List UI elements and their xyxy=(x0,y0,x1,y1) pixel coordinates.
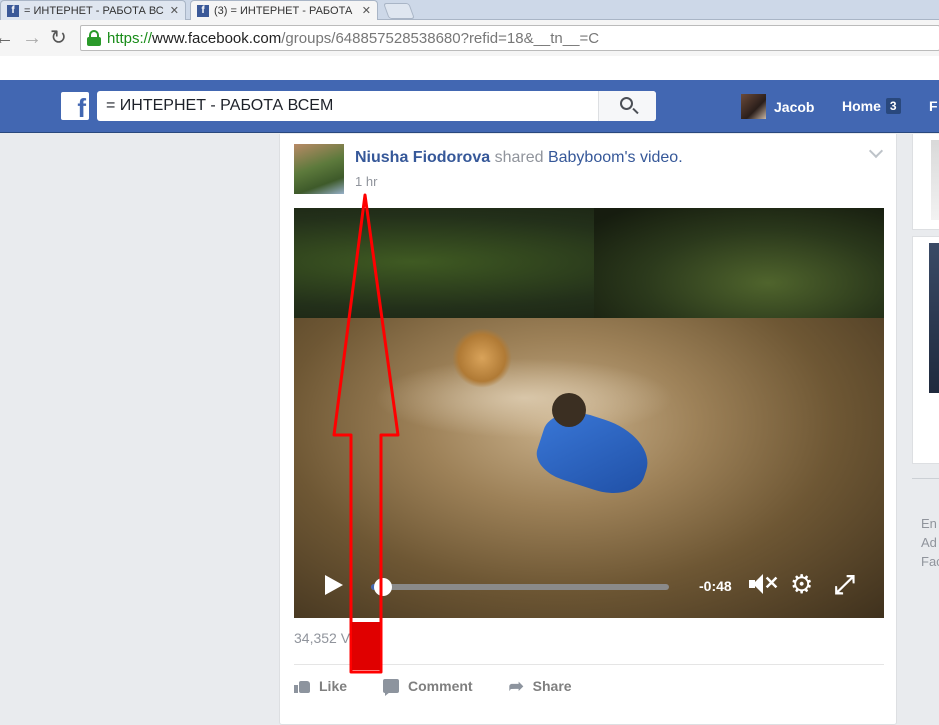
search-icon xyxy=(620,97,633,110)
share-icon: ➦ xyxy=(508,676,524,696)
view-count: 34,352 Vi xyxy=(294,630,353,646)
avatar xyxy=(741,94,766,119)
search-button[interactable] xyxy=(598,91,656,121)
home-label: Home xyxy=(842,98,881,114)
post-actions: Like Comment ➦ Share xyxy=(294,674,884,698)
video-player[interactable]: -0:48 ✕ ⚙ ⤢ xyxy=(294,208,884,618)
new-tab-button[interactable] xyxy=(383,3,415,19)
url-path: /groups/648857528538680?refid=18&__tn__=… xyxy=(281,29,600,47)
search-bar: = ИНТЕРНЕТ - РАБОТА ВСЕМ xyxy=(97,91,656,121)
source-suffix: 's video. xyxy=(624,149,683,166)
divider xyxy=(912,478,939,479)
sidebar-footer: En Ad Fac xyxy=(921,514,939,571)
lock-icon xyxy=(87,30,101,46)
video-frame-highlight xyxy=(374,358,674,438)
source-name: Babyboom xyxy=(547,149,625,166)
sidebar-card[interactable] xyxy=(912,236,939,464)
author-name[interactable]: Niusha Fiodorova xyxy=(355,149,490,166)
browser-toolbar: ← → ↻ https://www.facebook.com/groups/64… xyxy=(0,20,939,56)
close-icon[interactable]: ✕ xyxy=(170,4,179,17)
forward-icon[interactable]: → xyxy=(22,26,42,50)
post-card: Niusha Fiodorova shared Babyboom's video… xyxy=(279,134,897,725)
user-name: Jacob xyxy=(774,98,815,115)
close-icon[interactable]: ✕ xyxy=(362,4,371,17)
footer-link[interactable]: Ad xyxy=(921,533,939,552)
source-link[interactable]: Babyboom's video. xyxy=(548,149,683,166)
footer-link[interactable]: Fac xyxy=(921,552,939,571)
footer-link[interactable]: En xyxy=(921,514,939,533)
search-input[interactable]: = ИНТЕРНЕТ - РАБОТА ВСЕМ xyxy=(97,91,598,121)
post-timestamp[interactable]: 1 hr xyxy=(355,174,377,189)
facebook-header: f = ИНТЕРНЕТ - РАБОТА ВСЕМ Jacob Home 3 … xyxy=(0,80,939,133)
play-icon[interactable] xyxy=(325,575,343,595)
video-frame-child-1 xyxy=(452,328,512,388)
url-scheme: https:// xyxy=(107,29,153,47)
comment-label: Comment xyxy=(408,678,473,694)
tab-title: = ИНТЕРНЕТ - РАБОТА ВС xyxy=(24,4,164,17)
video-time-remaining: -0:48 xyxy=(699,578,732,594)
divider xyxy=(294,664,884,665)
browser-tab-2[interactable]: f (3) = ИНТЕРНЕТ - РАБОТА ✕ xyxy=(190,0,378,20)
video-frame-child-2-head xyxy=(552,393,586,427)
like-button[interactable]: Like xyxy=(294,674,347,698)
like-icon xyxy=(294,679,310,693)
home-badge: 3 xyxy=(885,98,901,114)
share-label: Share xyxy=(532,678,572,694)
fullscreen-icon[interactable]: ⤢ xyxy=(834,570,855,598)
browser-tab-1[interactable]: f = ИНТЕРНЕТ - РАБОТА ВС ✕ xyxy=(0,0,186,20)
browser-tab-strip: f = ИНТЕРНЕТ - РАБОТА ВС ✕ f (3) = ИНТЕР… xyxy=(0,0,939,20)
reload-icon[interactable]: ↻ xyxy=(50,26,67,50)
video-seek-bar[interactable] xyxy=(371,578,669,596)
comment-button[interactable]: Comment xyxy=(383,674,473,698)
seek-handle[interactable] xyxy=(373,578,392,596)
back-icon[interactable]: ← xyxy=(0,26,14,50)
url-host: www.facebook.com xyxy=(152,29,282,47)
gear-icon[interactable]: ⚙ xyxy=(790,570,813,598)
bookmarks-bar xyxy=(0,56,939,80)
profile-link[interactable]: Jacob xyxy=(741,94,814,119)
post-header: Niusha Fiodorova shared Babyboom's video… xyxy=(355,149,683,167)
facebook-icon: f xyxy=(197,4,209,17)
facebook-logo-icon[interactable]: f xyxy=(61,92,89,120)
sidebar-card[interactable] xyxy=(912,134,939,230)
chevron-down-icon[interactable] xyxy=(868,143,884,159)
author-avatar[interactable] xyxy=(294,144,344,194)
video-controls: -0:48 ✕ ⚙ ⤢ xyxy=(294,564,884,604)
mute-icon[interactable]: ✕ xyxy=(749,573,779,596)
comment-icon xyxy=(383,679,400,696)
sidebar-thumbnail xyxy=(931,140,939,220)
like-label: Like xyxy=(319,678,348,694)
share-button[interactable]: ➦ Share xyxy=(509,674,572,698)
nav-link-cut[interactable]: F xyxy=(929,98,938,114)
facebook-icon: f xyxy=(7,4,19,17)
address-bar[interactable]: https://www.facebook.com/groups/64885752… xyxy=(80,25,939,51)
tab-title: (3) = ИНТЕРНЕТ - РАБОТА xyxy=(214,4,353,17)
home-link[interactable]: Home 3 xyxy=(842,98,901,114)
sidebar-thumbnail xyxy=(929,243,939,393)
shared-text: shared xyxy=(494,149,544,166)
